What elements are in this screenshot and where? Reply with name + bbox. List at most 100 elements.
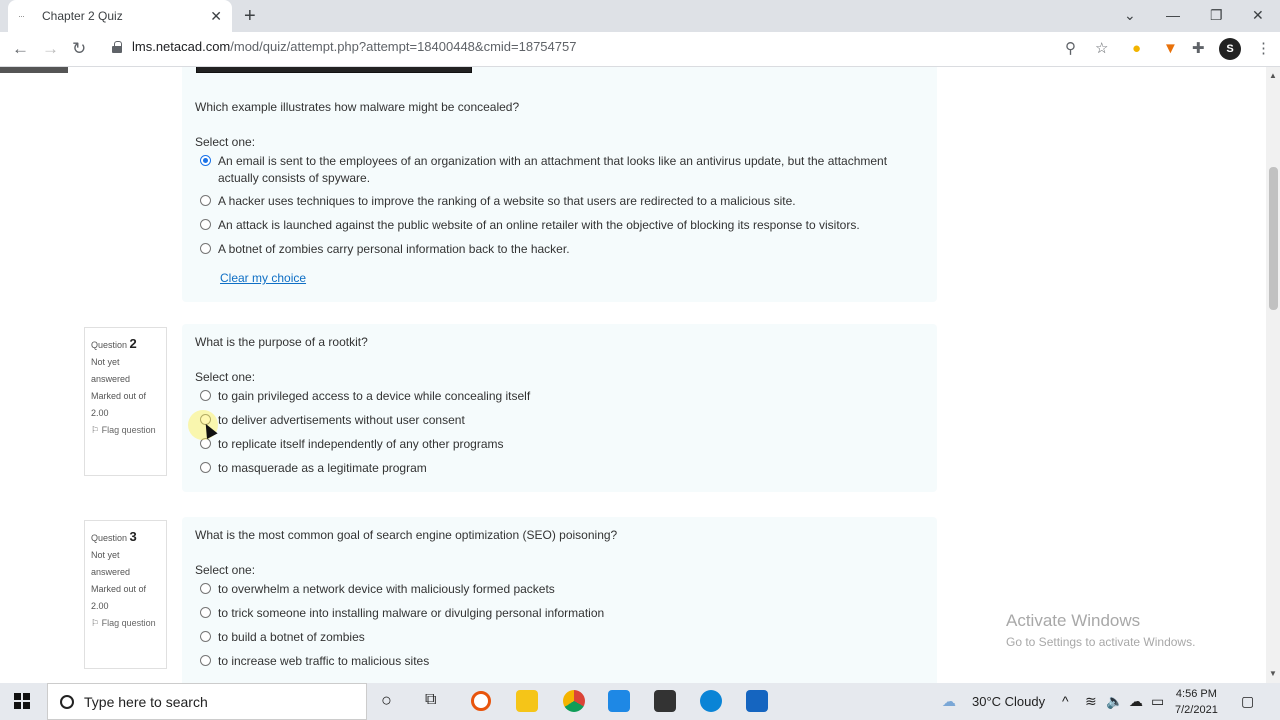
- weather-text[interactable]: 30°C Cloudy: [972, 694, 1045, 709]
- extension-bulb-icon[interactable]: ●: [1132, 39, 1141, 59]
- file-explorer-icon[interactable]: [516, 690, 538, 712]
- forward-button[interactable]: →: [42, 38, 59, 60]
- flag-icon: ⚐: [91, 425, 102, 435]
- profile-avatar[interactable]: S: [1219, 38, 1241, 60]
- question-1-option-d[interactable]: A botnet of zombies carry personal infor…: [200, 241, 930, 258]
- address-bar[interactable]: lms.netacad.com/mod/quiz/attempt.php?att…: [112, 39, 576, 54]
- question-1-option-b[interactable]: A hacker uses techniques to improve the …: [200, 193, 930, 210]
- question-number: 3: [129, 529, 137, 544]
- question-3-option-b[interactable]: to trick someone into installing malware…: [200, 605, 930, 622]
- option-label: An attack is launched against the public…: [218, 218, 860, 232]
- bookmark-star-icon[interactable]: ☆: [1095, 39, 1108, 59]
- question-1-option-a[interactable]: An email is sent to the employees of an …: [200, 153, 930, 187]
- page-scrollbar[interactable]: ▲ ▼: [1266, 67, 1280, 683]
- question-2-option-c[interactable]: to replicate itself independently of any…: [200, 436, 930, 453]
- radio-button[interactable]: [200, 219, 211, 230]
- minimize-button[interactable]: —: [1166, 4, 1180, 26]
- url-domain: lms.netacad.com: [132, 39, 231, 54]
- question-status: Not yet answered: [91, 357, 131, 384]
- cortana-icon[interactable]: ○: [381, 690, 392, 711]
- radio-button[interactable]: [200, 631, 211, 642]
- radio-button[interactable]: [200, 390, 211, 401]
- radio-button[interactable]: [200, 655, 211, 666]
- option-label: An email is sent to the employees of an …: [218, 154, 888, 185]
- question-number: 2: [129, 336, 137, 351]
- extension-v-icon[interactable]: ▼: [1163, 39, 1178, 59]
- flag-icon: ⚐: [91, 618, 102, 628]
- question-1-image: [196, 67, 472, 73]
- close-tab-icon[interactable]: ✕: [210, 8, 222, 25]
- radio-button-selected[interactable]: [200, 155, 211, 166]
- option-label: to increase web traffic to malicious sit…: [218, 654, 430, 668]
- volume-icon[interactable]: 🔈: [1106, 693, 1123, 710]
- option-label: to replicate itself independently of any…: [218, 437, 504, 451]
- reload-button[interactable]: ↻: [72, 38, 86, 60]
- app-a-icon[interactable]: [471, 691, 491, 711]
- close-window-button[interactable]: ✕: [1252, 4, 1264, 26]
- back-button[interactable]: ←: [12, 38, 29, 60]
- new-tab-button[interactable]: +: [244, 4, 256, 28]
- chrome-icon[interactable]: [563, 690, 585, 712]
- windows-start-icon[interactable]: [14, 693, 30, 709]
- question-2-select-label: Select one:: [195, 370, 256, 384]
- browser-toolbar: ← → ↻ lms.netacad.com/mod/quiz/attempt.p…: [0, 32, 1280, 67]
- taskbar-search[interactable]: Type here to search: [47, 683, 367, 720]
- radio-button[interactable]: [200, 583, 211, 594]
- scroll-down-arrow-icon[interactable]: ▼: [1269, 669, 1277, 678]
- network-icon[interactable]: ≋: [1085, 693, 1097, 710]
- question-2-option-a[interactable]: to gain privileged access to a device wh…: [200, 388, 930, 405]
- question-3-text: What is the most common goal of search e…: [195, 528, 618, 542]
- option-label: to masquerade as a legitimate program: [218, 461, 427, 475]
- restore-button[interactable]: ❐: [1210, 4, 1223, 26]
- option-label: to overwhelm a network device with malic…: [218, 582, 555, 596]
- question-label: Question: [91, 340, 128, 350]
- question-1-option-c[interactable]: An attack is launched against the public…: [200, 217, 930, 234]
- quiz-page: Which example illustrates how malware mi…: [0, 67, 1266, 683]
- zoom-icon[interactable]: ⚲: [1065, 39, 1076, 59]
- question-3-option-a[interactable]: to overwhelm a network device with malic…: [200, 581, 930, 598]
- task-view-icon[interactable]: ⧉: [425, 691, 436, 709]
- option-label: to gain privileged access to a device wh…: [218, 389, 531, 403]
- mail-icon[interactable]: [608, 690, 630, 712]
- radio-button[interactable]: [200, 462, 211, 473]
- question-2-info: Question 2 Not yet answered Marked out o…: [84, 327, 167, 476]
- flag-label: Flag question: [101, 618, 156, 628]
- onedrive-icon[interactable]: ☁: [1129, 693, 1143, 710]
- radio-button[interactable]: [200, 607, 211, 618]
- question-2-option-d[interactable]: to masquerade as a legitimate program: [200, 460, 930, 477]
- menu-dots-icon[interactable]: ⋮: [1256, 39, 1271, 59]
- clock-time: 4:56 PM: [1175, 688, 1217, 700]
- url-path: /mod/quiz/attempt.php?attempt=18400448&c…: [230, 39, 577, 54]
- question-3-option-c[interactable]: to build a botnet of zombies: [200, 629, 930, 646]
- search-icon: [60, 694, 74, 709]
- watermark-title: Activate Windows: [1006, 611, 1141, 630]
- question-label: Question: [91, 533, 128, 543]
- media-player-icon[interactable]: [746, 690, 768, 712]
- question-3-option-d[interactable]: to increase web traffic to malicious sit…: [200, 653, 930, 670]
- tab-search-icon[interactable]: ⌄: [1124, 4, 1136, 26]
- extensions-puzzle-icon[interactable]: ✚: [1192, 39, 1205, 59]
- watermark-subtitle: Go to Settings to activate Windows.: [1006, 635, 1196, 649]
- question-marks: Marked out of 2.00: [91, 391, 147, 418]
- browser-tab[interactable]: ··· Chapter 2 Quiz ✕: [8, 0, 232, 32]
- scroll-up-arrow-icon[interactable]: ▲: [1269, 71, 1277, 80]
- windows-taskbar: Type here to search ○ ⧉ ☁ 30°C Cloudy ^ …: [0, 683, 1280, 720]
- battery-icon[interactable]: ▭: [1151, 693, 1164, 710]
- taskbar-clock[interactable]: 4:56 PM 7/2/2021: [1175, 686, 1218, 718]
- notifications-icon[interactable]: ▢: [1241, 693, 1254, 710]
- question-2-option-b[interactable]: to deliver advertisements without user c…: [200, 412, 930, 429]
- clear-choice-link[interactable]: Clear my choice: [220, 271, 306, 285]
- question-status: Not yet answered: [91, 550, 131, 577]
- radio-button[interactable]: [200, 195, 211, 206]
- site-favicon-icon: ···: [18, 11, 25, 21]
- option-label: A hacker uses techniques to improve the …: [218, 194, 796, 208]
- lock-icon: [112, 40, 122, 53]
- scrollbar-thumb[interactable]: [1269, 167, 1278, 310]
- flag-question-button[interactable]: ⚐ Flag question: [91, 422, 160, 439]
- radio-button[interactable]: [200, 243, 211, 254]
- flag-question-button[interactable]: ⚐ Flag question: [91, 615, 160, 632]
- edge-icon[interactable]: [700, 690, 722, 712]
- tray-chevron-icon[interactable]: ^: [1062, 693, 1069, 709]
- search-placeholder: Type here to search: [84, 693, 208, 710]
- store-icon[interactable]: [654, 690, 676, 712]
